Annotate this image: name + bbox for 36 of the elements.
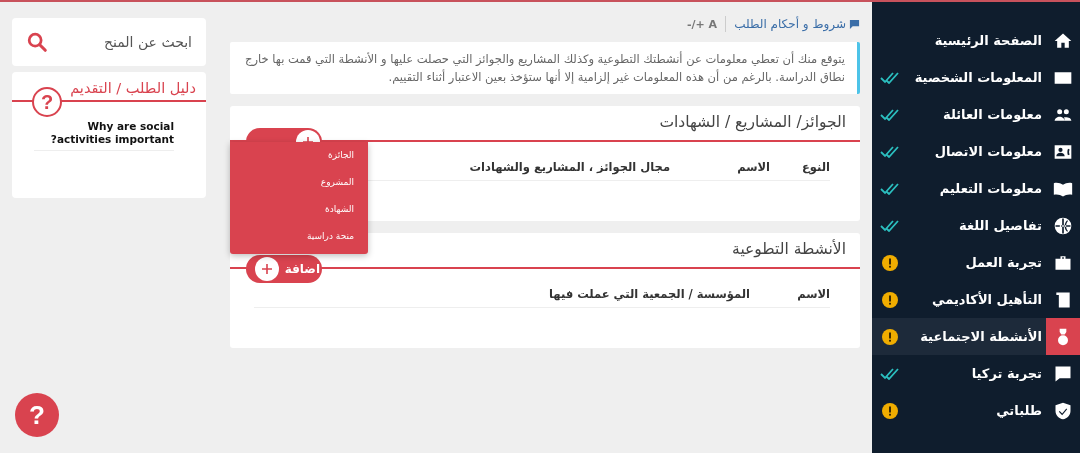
nav-icon (1053, 215, 1073, 236)
terms-link[interactable]: شروط و أحكام الطلب (734, 17, 860, 31)
nav-item[interactable]: تفاصيل اللغة (872, 207, 1080, 244)
nav-item[interactable]: طلباتي (872, 392, 1080, 429)
menu-item[interactable]: الشهادة (230, 198, 368, 225)
menu-item[interactable]: الجائزة (230, 144, 368, 171)
question-link[interactable]: Why are social activities important? (34, 120, 174, 151)
comment-icon (849, 18, 860, 30)
plus-icon (254, 257, 279, 281)
question-mark: ? (32, 87, 62, 117)
help-button[interactable]: ? (15, 393, 59, 437)
nav-icon (1053, 400, 1073, 421)
nav-item[interactable]: تجربة العمل (872, 244, 1080, 281)
nav-item[interactable]: الصفحة الرئيسية (872, 22, 1080, 59)
column-header: الاسم (736, 160, 770, 174)
nav-item[interactable]: معلومات الاتصال (872, 133, 1080, 170)
section-title: الأنشطة التطوعية (732, 240, 846, 258)
column-header: الاسم (796, 287, 830, 301)
menu-item[interactable]: المشروع (230, 171, 368, 198)
nav-item[interactable]: تجربة تركيا (872, 355, 1080, 392)
column-header: النوع (800, 160, 830, 174)
nav-item[interactable]: معلومات التعليم (872, 170, 1080, 207)
nav-item[interactable]: التأهيل الأكاديمي (872, 281, 1080, 318)
nav-item[interactable]: معلومات العائلة (872, 96, 1080, 133)
font-size-control[interactable]: -/+ A (686, 17, 718, 31)
add-button[interactable]: اضافة (246, 255, 322, 283)
nav-item[interactable]: الأنشطة الاجتماعية (872, 318, 1080, 355)
search-icon (26, 31, 48, 53)
menu-item[interactable]: منحة دراسية (230, 225, 368, 252)
nav-item[interactable]: المعلومات الشخصية (872, 59, 1080, 96)
column-header: المؤسسة / الجمعية التي عملت فيها (549, 287, 750, 301)
column-header: مجال الجوائز ، المشاريع والشهادات (469, 160, 670, 174)
section-title: الجوائز/ المشاريع / الشهادات (659, 113, 846, 131)
info-note: يتوقع منك أن تعطي معلومات عن أنشطتك التطوعية وكذلك المشاريع والجوائز التي حصلت عليها و الأنشطة التي قمت بها خارج نطاق الدراسة. بالرغم من أن هذه المعلومات غير إلزامية إلا أنها ستؤخذ بعين الاعتبار أثناء التقييم. (230, 42, 860, 94)
guide-title: دليل الطلب / التقديم (69, 79, 197, 99)
search-field[interactable]: ابحث عن المنح (12, 18, 206, 66)
